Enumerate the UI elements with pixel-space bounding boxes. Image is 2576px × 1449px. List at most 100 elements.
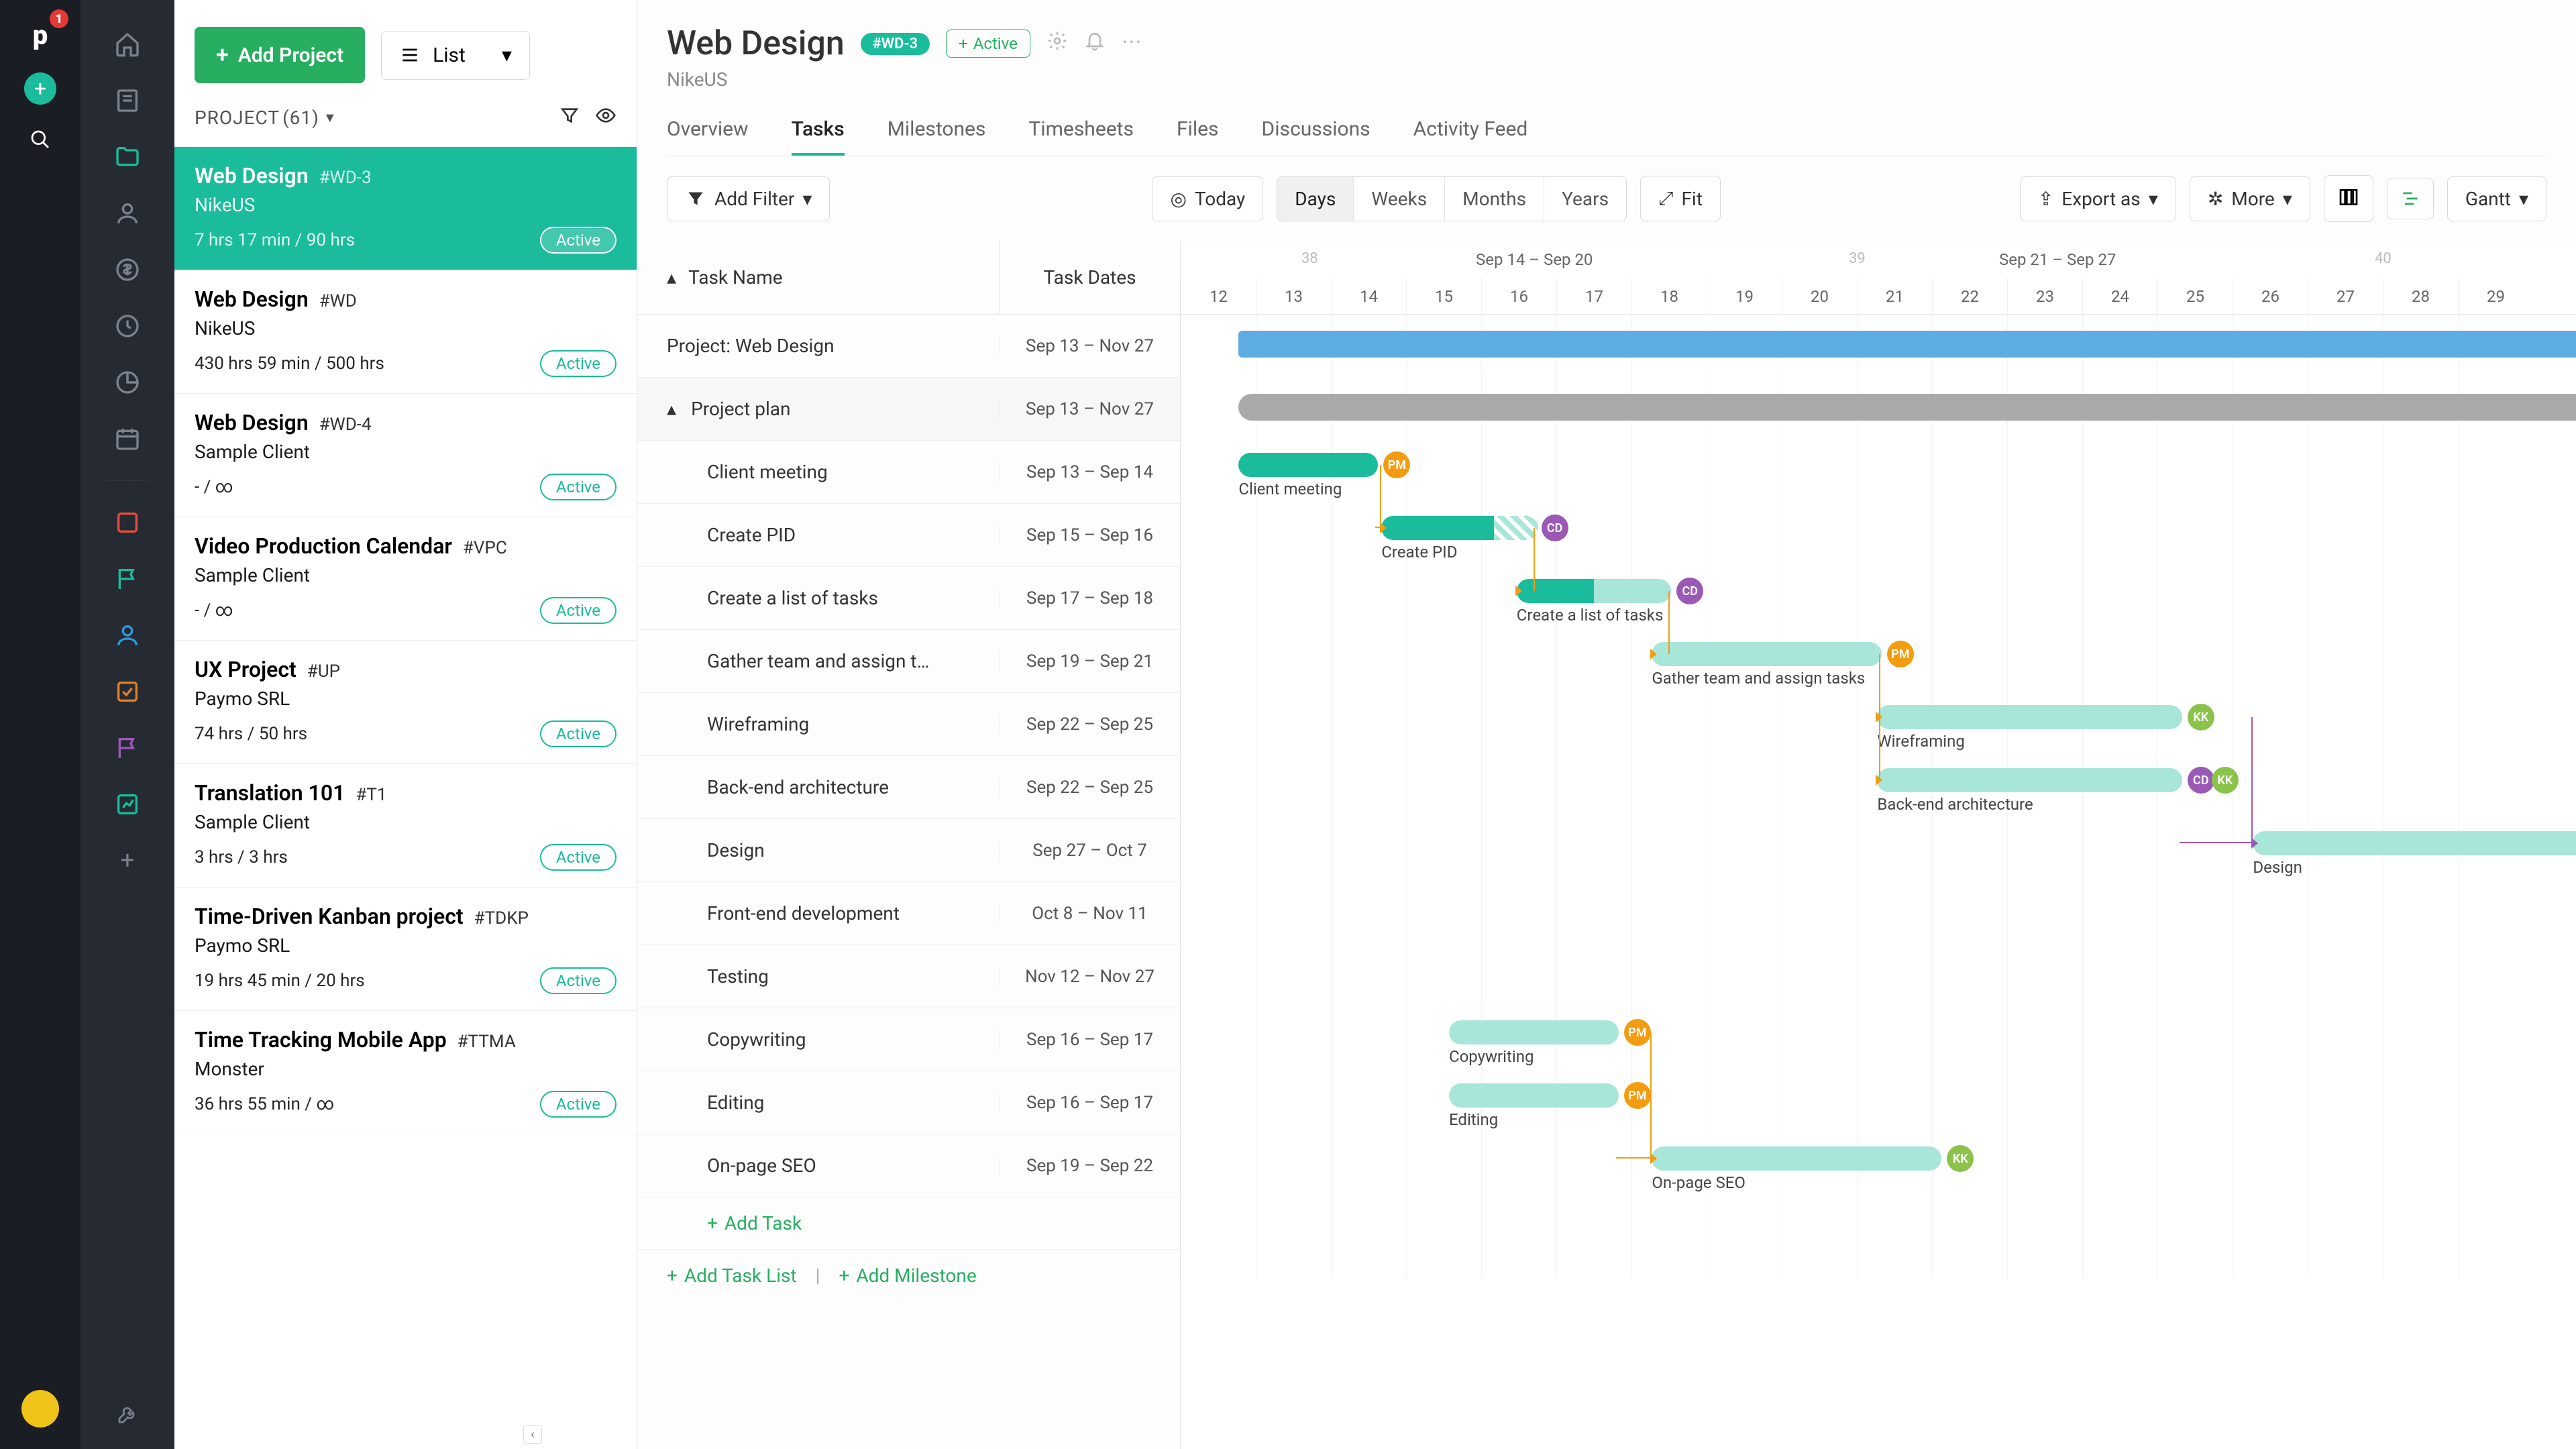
columns-button[interactable]: [2324, 175, 2373, 222]
scale-years[interactable]: Years: [1544, 177, 1626, 221]
project-card[interactable]: Web Design #WD-3 NikeUS 7 hrs 17 min / 9…: [174, 147, 637, 270]
gantt-row[interactable]: DesignSep 27 – Oct 7: [637, 819, 1180, 882]
assignee-avatar[interactable]: KK: [1947, 1145, 1974, 1172]
view-mode-select[interactable]: List ▾: [381, 31, 530, 80]
reports-icon[interactable]: [113, 368, 142, 397]
gantt-row[interactable]: Back-end architectureSep 22 – Sep 25: [637, 756, 1180, 819]
gantt-bar[interactable]: [1238, 331, 2576, 358]
projects-icon[interactable]: [113, 142, 142, 172]
tab-discussions[interactable]: Discussions: [1262, 117, 1371, 156]
gantt-bar[interactable]: [1517, 579, 1671, 603]
users-icon[interactable]: [113, 199, 142, 228]
gantt-row[interactable]: Create a list of tasksSep 17 – Sep 18: [637, 567, 1180, 630]
gantt-bar[interactable]: [1238, 453, 1378, 477]
gantt-row[interactable]: Gather team and assign t…Sep 19 – Sep 21: [637, 630, 1180, 693]
add-milestone-button[interactable]: +Add Milestone: [839, 1265, 976, 1287]
gantt-row[interactable]: WireframingSep 22 – Sep 25: [637, 693, 1180, 756]
assignee-avatar[interactable]: PM: [1887, 641, 1914, 667]
shortcut-user-icon[interactable]: [113, 621, 142, 650]
add-filter-button[interactable]: Add Filter ▾: [667, 176, 830, 221]
assignee-avatar[interactable]: KK: [2212, 767, 2239, 794]
today-button[interactable]: ◎ Today: [1152, 176, 1263, 221]
gantt-row[interactable]: Client meetingSep 13 – Sep 14: [637, 441, 1180, 504]
tab-files[interactable]: Files: [1177, 117, 1219, 156]
bell-icon[interactable]: [1084, 30, 1106, 57]
project-card[interactable]: Web Design #WD NikeUS 430 hrs 59 min / 5…: [174, 270, 637, 394]
settings-icon[interactable]: [117, 1403, 138, 1428]
project-card[interactable]: Video Production Calendar #VPC Sample Cl…: [174, 517, 637, 641]
gantt-row[interactable]: Create PIDSep 15 – Sep 16: [637, 504, 1180, 567]
gantt-row[interactable]: CopywritingSep 16 – Sep 17: [637, 1008, 1180, 1071]
clients-icon[interactable]: [113, 86, 142, 115]
gantt-bar[interactable]: [1652, 642, 1881, 666]
collapse-icon[interactable]: ▴: [667, 266, 676, 288]
eye-icon[interactable]: [595, 105, 616, 131]
shortcut-check-icon[interactable]: [113, 677, 142, 706]
assignee-avatar[interactable]: CD: [1676, 578, 1703, 604]
gantt-bar[interactable]: [1877, 768, 2182, 792]
scale-weeks[interactable]: Weeks: [1354, 177, 1445, 221]
global-add-button[interactable]: +: [24, 72, 56, 105]
assignee-avatar[interactable]: KK: [2188, 704, 2214, 731]
gantt-bar[interactable]: [1877, 705, 2182, 729]
add-shortcut-button[interactable]: +: [121, 846, 134, 874]
user-avatar[interactable]: [21, 1390, 59, 1428]
assignee-avatar[interactable]: PM: [1383, 451, 1410, 478]
money-icon[interactable]: [113, 255, 142, 284]
scale-months[interactable]: Months: [1445, 177, 1544, 221]
gantt-row[interactable]: ▴Project planSep 13 – Nov 27: [637, 378, 1180, 441]
gantt-row[interactable]: TestingNov 12 – Nov 27: [637, 945, 1180, 1008]
app-logo[interactable]: p 1: [21, 16, 59, 54]
home-icon[interactable]: [113, 30, 142, 59]
gantt-row[interactable]: Project: Web DesignSep 13 – Nov 27: [637, 315, 1180, 378]
collapse-icon[interactable]: ▴: [667, 398, 676, 420]
gantt-bar[interactable]: [2253, 831, 2576, 855]
time-icon[interactable]: [113, 311, 142, 341]
assignee-avatar[interactable]: CD: [2188, 767, 2214, 794]
gantt-bar[interactable]: [1449, 1083, 1619, 1108]
tab-overview[interactable]: Overview: [667, 117, 749, 156]
add-task-button[interactable]: +Add Task: [637, 1197, 1180, 1250]
add-task-list-button[interactable]: +Add Task List: [667, 1265, 797, 1287]
view-type-select[interactable]: Gantt ▾: [2447, 176, 2546, 221]
gantt-row[interactable]: On-page SEOSep 19 – Sep 22: [637, 1134, 1180, 1197]
assignee-avatar[interactable]: CD: [1542, 515, 1568, 541]
assignee-avatar[interactable]: PM: [1624, 1082, 1651, 1109]
project-card[interactable]: Time Tracking Mobile App #TTMA Monster 3…: [174, 1011, 637, 1134]
calendar-icon[interactable]: [113, 424, 142, 453]
tab-milestones[interactable]: Milestones: [888, 117, 986, 156]
scale-days[interactable]: Days: [1277, 177, 1354, 221]
gantt-bar[interactable]: [1449, 1020, 1619, 1044]
gantt-row[interactable]: EditingSep 16 – Sep 17: [637, 1071, 1180, 1134]
tab-activity-feed[interactable]: Activity Feed: [1413, 117, 1528, 156]
gantt-bar[interactable]: [1238, 394, 2576, 421]
shortcut-flag-icon[interactable]: [113, 564, 142, 594]
panel-collapse-handle[interactable]: ‹: [523, 1425, 542, 1444]
add-project-button[interactable]: + Add Project: [195, 27, 365, 83]
gantt-timeline[interactable]: 383940Sep 14 – Sep 20Sep 21 – Sep 27 121…: [1181, 241, 2576, 1449]
search-icon[interactable]: [30, 129, 51, 156]
notification-badge[interactable]: 1: [50, 9, 68, 28]
assignee-avatar[interactable]: PM: [1624, 1019, 1651, 1046]
project-card[interactable]: Translation 101 #T1 Sample Client 3 hrs …: [174, 764, 637, 888]
tab-timesheets[interactable]: Timesheets: [1028, 117, 1134, 156]
fit-button[interactable]: ⤢ Fit: [1640, 176, 1721, 221]
shortcut-red-icon[interactable]: [113, 508, 142, 537]
gantt-row[interactable]: Front-end developmentOct 8 – Nov 11: [637, 882, 1180, 945]
gear-icon[interactable]: [1046, 30, 1068, 57]
project-card[interactable]: UX Project #UP Paymo SRL 74 hrs / 50 hrs…: [174, 641, 637, 764]
gantt-bar[interactable]: [1652, 1146, 1941, 1171]
shortcut-flag2-icon[interactable]: [113, 733, 142, 763]
task-dates: Oct 8 – Nov 11: [999, 904, 1180, 924]
more-button[interactable]: ✲ More ▾: [2190, 176, 2310, 221]
project-status-pill[interactable]: +Active: [946, 30, 1030, 58]
shortcut-chart-icon[interactable]: [113, 790, 142, 819]
caret-down-icon[interactable]: ▼: [323, 109, 337, 126]
gantt-toggle-button[interactable]: [2387, 178, 2434, 219]
export-button[interactable]: ⇪ Export as ▾: [2020, 176, 2176, 221]
tab-tasks[interactable]: Tasks: [792, 117, 845, 156]
project-card[interactable]: Web Design #WD-4 Sample Client - / ∞Acti…: [174, 394, 637, 517]
filter-icon[interactable]: [559, 105, 580, 131]
more-icon[interactable]: ⋯: [1122, 30, 1142, 57]
project-card[interactable]: Time-Driven Kanban project #TDKP Paymo S…: [174, 888, 637, 1011]
